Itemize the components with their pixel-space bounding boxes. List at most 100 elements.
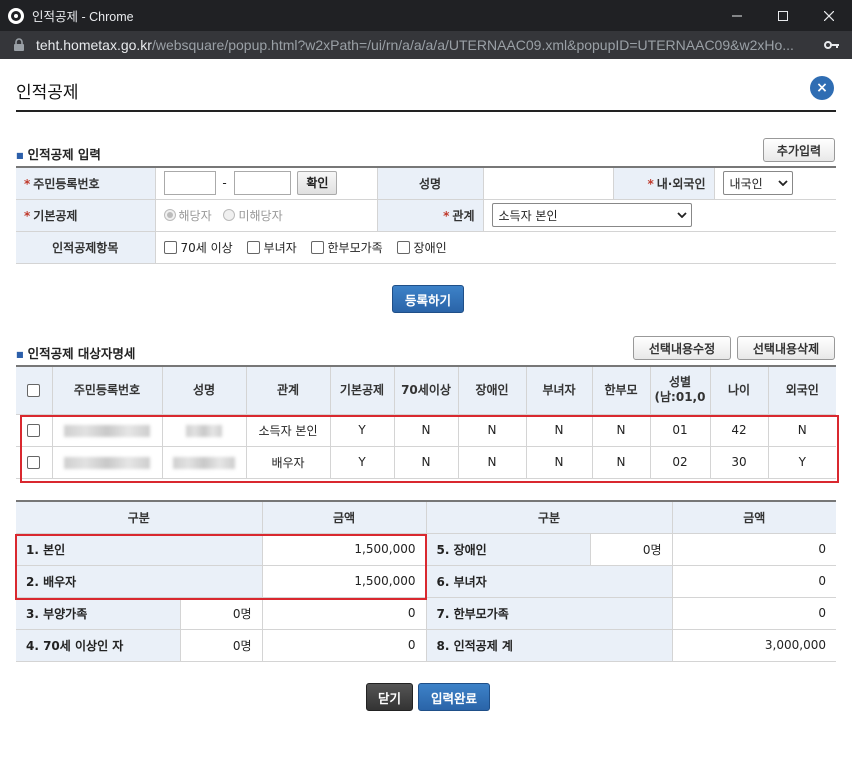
minimize-button[interactable] [714, 0, 760, 31]
basic-yes-label: 해당자 [178, 208, 212, 223]
dependents-label: 3. 부양가족 [16, 597, 181, 630]
rrn-label: 주민등록번호 [33, 176, 100, 191]
nationality-select[interactable]: 내국인 [722, 171, 793, 196]
window-close-button[interactable] [806, 0, 852, 31]
popup-close-button[interactable]: × [810, 76, 834, 100]
list-section-title-text: 인적공제 대상자명세 [27, 346, 136, 361]
confirm-button[interactable]: 확인 [297, 171, 338, 196]
single-cell: N [592, 446, 651, 479]
basic-cell: Y [330, 446, 395, 479]
single-cell: N [592, 414, 651, 447]
rrn-back-input[interactable] [233, 171, 291, 196]
relation-cell: 배우자 [246, 446, 331, 479]
col-rrn: 주민등록번호 [52, 366, 163, 415]
key-icon[interactable] [824, 38, 840, 52]
close-button[interactable]: 닫기 [366, 683, 413, 711]
gender-cell: 02 [650, 446, 711, 479]
single-parent-sum-label: 7. 한부모가족 [426, 597, 673, 630]
redacted-rrn [64, 456, 150, 469]
chevron-down-icon [777, 180, 788, 187]
col-age: 나이 [710, 366, 769, 415]
spouse-label: 2. 배우자 [16, 565, 263, 598]
dependents-amount: 0 [262, 597, 427, 630]
summary-row: 2. 배우자 1,500,000 6. 부녀자 0 [16, 565, 836, 598]
disabled-checkbox[interactable] [396, 240, 410, 254]
col-name: 성명 [162, 366, 247, 415]
col-single: 한부모 [592, 366, 651, 415]
redacted-name [173, 456, 235, 469]
maximize-button[interactable] [760, 0, 806, 31]
dependents-count: 0명 [180, 597, 263, 630]
foreign-cell: Y [768, 446, 836, 479]
url-host: teht.hometax.go.kr [36, 37, 152, 53]
redacted-rrn [64, 424, 150, 437]
rrn-cell [52, 414, 163, 447]
disabled-cell: N [458, 446, 527, 479]
rrn-front-input[interactable] [163, 171, 216, 196]
foreign-cell: N [768, 414, 836, 447]
over70-sum-count: 0명 [180, 629, 263, 662]
row-checkbox[interactable] [27, 456, 41, 469]
total-label: 8. 인적공제 계 [426, 629, 673, 662]
relation-label: 관계 [452, 208, 475, 223]
over70-label: 70세 이상 [180, 240, 233, 255]
woman-checkbox[interactable] [246, 240, 260, 254]
summary-header-row: 구분 금액 구분 금액 [16, 501, 836, 534]
relation-select[interactable]: 소득자 본인 [491, 203, 692, 227]
basic-options-cell: 해당자 미해당자 [155, 199, 378, 232]
summary-table: 구분 금액 구분 금액 1. 본인 1,500,000 5. 장애인 0명 0 … [16, 500, 836, 662]
input-section-title-text: 인적공제 입력 [27, 147, 101, 162]
edit-selected-button[interactable]: 선택내용수정 [633, 336, 731, 360]
complete-button[interactable]: 입력완료 [418, 683, 490, 711]
gender-cell: 01 [650, 414, 711, 447]
address-bar[interactable]: teht.hometax.go.kr/websquare/popup.html?… [0, 31, 852, 59]
col-basic: 기본공제 [330, 366, 395, 415]
summary-h-amount-2: 금액 [672, 501, 836, 534]
over70-sum-amount: 0 [262, 629, 427, 662]
total-amount: 3,000,000 [672, 629, 836, 662]
name-label: 성명 [377, 167, 484, 200]
single-parent-sum-amount: 0 [672, 597, 836, 630]
basic-no-radio[interactable] [223, 209, 236, 221]
col-over70: 70세이상 [394, 366, 459, 415]
register-button[interactable]: 등록하기 [392, 285, 464, 313]
basic-no-label: 미해당자 [238, 208, 283, 223]
summary-h-category-2: 구분 [426, 501, 673, 534]
close-icon: × [816, 80, 828, 96]
row-checkbox[interactable] [27, 424, 41, 437]
col-woman: 부녀자 [526, 366, 593, 415]
table-row[interactable]: 소득자 본인 Y N N N N 01 42 N [16, 414, 836, 447]
row-select-cell [16, 446, 53, 479]
delete-selected-button[interactable]: 선택내용삭제 [737, 336, 835, 360]
basic-label: 기본공제 [33, 208, 78, 223]
disabled-sum-label: 5. 장애인 [426, 533, 591, 566]
select-all-cell [16, 366, 53, 415]
title-divider [16, 110, 836, 112]
table-row[interactable]: 배우자 Y N N N N 02 30 Y [16, 446, 836, 479]
col-gender: 성별 (남:01,0 [650, 366, 711, 415]
disabled-label: 장애인 [413, 240, 447, 255]
url-path: /websquare/popup.html?w2xPath=/ui/rn/a/a… [151, 37, 794, 53]
disabled-sum-amount: 0 [672, 533, 836, 566]
over70-checkbox[interactable] [163, 240, 177, 254]
rrn-label-cell: * 주민등록번호 [16, 167, 156, 200]
nationality-cell: 내국인 [714, 167, 836, 200]
table-header-row: 주민등록번호 성명 관계 기본공제 70세이상 장애인 부녀자 한부모 성별 (남… [16, 366, 836, 415]
woman-cell: N [526, 414, 593, 447]
disabled-cell: N [458, 414, 527, 447]
age-cell: 42 [710, 414, 769, 447]
disabled-sum-count: 0명 [590, 533, 673, 566]
select-all-checkbox[interactable] [27, 383, 41, 397]
name-value-cell [483, 167, 614, 200]
summary-h-amount-1: 금액 [262, 501, 427, 534]
url-text[interactable]: teht.hometax.go.kr/websquare/popup.html?… [36, 37, 816, 53]
bullet-icon: ■ [16, 151, 24, 160]
window-title: 인적공제 - Chrome [32, 10, 134, 24]
relation-cell: 소득자 본인 [246, 414, 331, 447]
summary-row: 1. 본인 1,500,000 5. 장애인 0명 0 [16, 533, 836, 566]
basic-yes-radio[interactable] [163, 209, 176, 221]
add-input-button[interactable]: 추가입력 [763, 138, 835, 162]
single-parent-checkbox[interactable] [310, 240, 324, 254]
nationality-label: 내·외국인 [656, 176, 706, 191]
col-gender-line1: 성별 [668, 375, 692, 390]
